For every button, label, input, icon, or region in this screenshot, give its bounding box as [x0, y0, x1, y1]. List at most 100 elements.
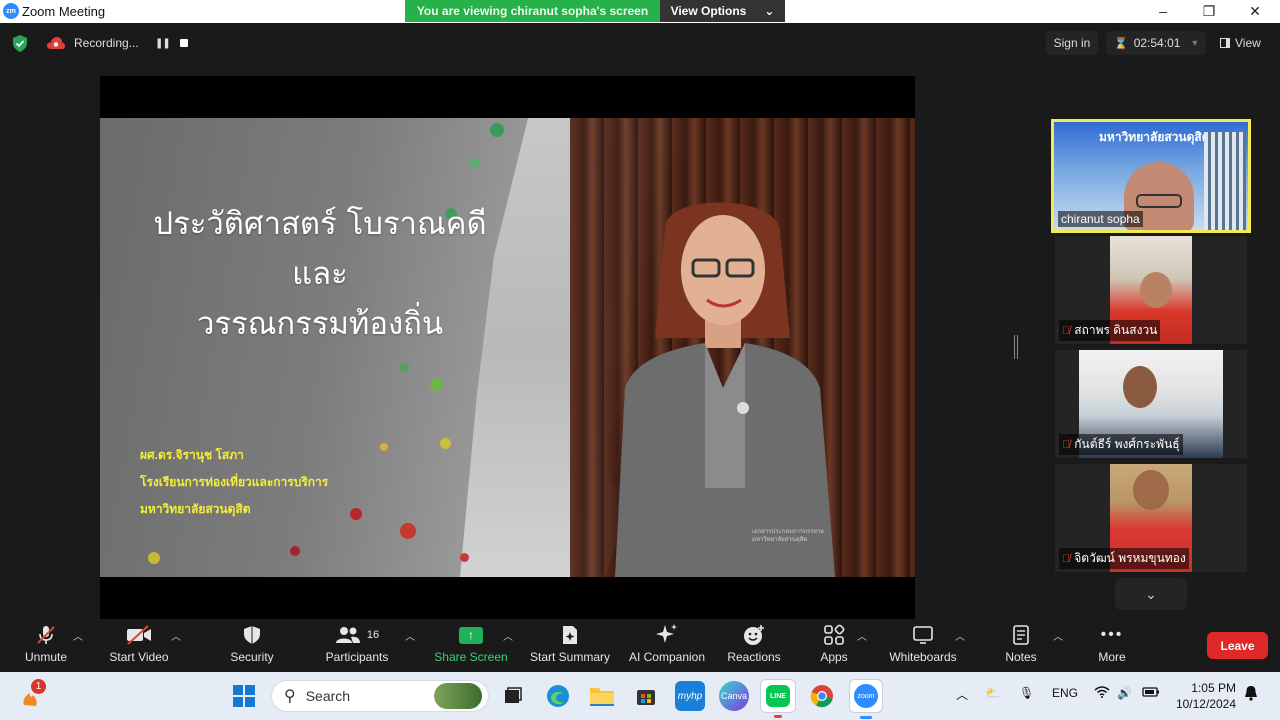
zoom-app-label: zoom — [854, 684, 878, 708]
chrome-browser-icon[interactable] — [807, 681, 837, 711]
participant-name: สถาพร ดินสงวน — [1074, 323, 1158, 337]
chevron-up-icon: ︿ — [955, 632, 965, 643]
tray-weather-icon[interactable]: ⛅ — [985, 686, 1000, 700]
battery-icon[interactable] — [1142, 686, 1160, 701]
ai-companion-button[interactable]: AI Companion — [625, 620, 709, 672]
apps-options-caret[interactable]: ︿ — [856, 620, 868, 672]
volume-icon[interactable]: 🔊 — [1117, 686, 1132, 700]
notes-options-caret[interactable]: ︿ — [1052, 620, 1064, 672]
decorative-dot — [148, 552, 160, 564]
participants-button[interactable]: 16 Participants — [322, 620, 392, 672]
meeting-top-bar: Recording... ❚❚ Sign in ⌛ 02:54:01 ▼ Vie… — [0, 23, 1280, 63]
share-screen-button[interactable]: ↑ Share Screen — [434, 620, 508, 672]
file-explorer-icon[interactable] — [587, 681, 617, 711]
more-button[interactable]: ••• More — [1090, 620, 1134, 672]
whiteboard-icon — [912, 620, 934, 650]
view-options-button[interactable]: View Options ⌄ — [660, 0, 785, 22]
pause-recording-icon[interactable]: ❚❚ — [155, 38, 171, 49]
clock-date: 10/12/2024 — [1175, 697, 1236, 711]
share-options-caret[interactable]: ︿ — [502, 620, 514, 672]
unmute-button[interactable]: Unmute — [14, 620, 78, 672]
video-options-caret[interactable]: ︿ — [170, 620, 182, 672]
decorative-dot — [380, 443, 388, 451]
share-screen-label: Share Screen — [434, 650, 508, 664]
summary-sparkle-icon — [561, 620, 579, 650]
close-button[interactable]: ✕ — [1232, 1, 1278, 21]
security-shield-icon — [243, 620, 261, 650]
tray-microphone-icon[interactable]: 🎙 — [1019, 686, 1034, 700]
wifi-icon[interactable] — [1094, 686, 1110, 701]
participants-options-caret[interactable]: ︿ — [404, 620, 416, 672]
ai-companion-label: AI Companion — [628, 650, 706, 664]
start-button[interactable] — [229, 681, 259, 711]
windows-taskbar: 1 ⚲ Search myhp Canva LINE zoom ︿ ⛅ 🎙 EN… — [0, 672, 1280, 720]
chevron-up-icon: ︿ — [73, 632, 83, 643]
chevron-down-icon: ⌄ — [764, 4, 775, 18]
zoom-meeting-window: zm Zoom Meeting You are viewing chiranut… — [0, 0, 1280, 720]
gallery-resize-handle[interactable] — [1014, 335, 1018, 359]
participant-name: chiranut sopha — [1061, 212, 1140, 226]
zoom-app-icon[interactable]: zoom — [849, 679, 883, 713]
chevron-up-icon: ︿ — [405, 632, 415, 643]
apps-button[interactable]: Apps — [810, 620, 858, 672]
stop-recording-icon[interactable] — [180, 39, 188, 47]
leave-button[interactable]: Leave — [1207, 632, 1268, 659]
decorative-dot — [440, 438, 451, 449]
notification-badge: 1 — [31, 679, 46, 694]
search-icon: ⚲ — [284, 688, 296, 705]
participants-label: Participants — [325, 650, 389, 664]
whiteboards-options-caret[interactable]: ︿ — [954, 620, 966, 672]
participant-name-label: 🎙̸ จิตวัฒน์ พรหมขุนทอง — [1059, 548, 1189, 569]
reaction-smiley-icon — [743, 620, 765, 650]
view-button[interactable]: View — [1214, 31, 1270, 55]
minimize-button[interactable]: – — [1140, 1, 1186, 21]
viewing-banner: You are viewing chiranut sopha's screen … — [405, 0, 785, 22]
tray-overflow-chevron-icon[interactable]: ︿ — [956, 686, 968, 703]
myhp-app-icon[interactable]: myhp — [675, 681, 705, 711]
view-options-label: View Options — [670, 4, 747, 18]
edge-browser-icon[interactable] — [543, 681, 573, 711]
chevron-up-icon: ︿ — [503, 632, 513, 643]
presenter-photo — [615, 202, 835, 577]
shared-screen[interactable]: ประวัติศาสตร์ โบราณคดี และ วรรณกรรมท้องถ… — [100, 76, 915, 619]
hourglass-icon: ⌛ — [1114, 37, 1128, 50]
clock-time: 1:05 PM — [1191, 681, 1236, 695]
cloud-recording-icon — [47, 37, 65, 49]
start-video-button[interactable]: Start Video — [103, 620, 175, 672]
reactions-button[interactable]: Reactions — [724, 620, 784, 672]
canva-app-icon[interactable]: Canva — [719, 681, 749, 711]
notes-button[interactable]: Notes — [998, 620, 1044, 672]
security-button[interactable]: Security — [222, 620, 282, 672]
arrow-up-icon: ↑ — [459, 626, 483, 644]
meeting-timer[interactable]: ⌛ 02:54:01 ▼ — [1106, 31, 1206, 55]
maximize-button[interactable]: ❐ — [1186, 1, 1232, 21]
microsoft-store-icon[interactable] — [631, 681, 661, 711]
decorative-dot — [350, 508, 362, 520]
participant-tile[interactable]: 🎙̸ จิตวัฒน์ พรหมขุนทอง — [1055, 464, 1247, 572]
audio-options-caret[interactable]: ︿ — [72, 620, 84, 672]
chevron-up-icon: ︿ — [857, 632, 867, 643]
notes-label: Notes — [1005, 650, 1037, 664]
taskbar-search-input[interactable]: ⚲ Search — [271, 680, 489, 712]
glasses-graphic — [1136, 194, 1182, 208]
zoom-active-indicator — [860, 716, 872, 719]
participant-name-label: 🎙̸ กันต์ธีร์ พงศ์กระพันธุ์ — [1059, 434, 1183, 455]
sign-in-button[interactable]: Sign in — [1046, 31, 1098, 55]
line-app-icon[interactable]: LINE — [760, 679, 796, 713]
participant-tile[interactable]: 🎙̸ สถาพร ดินสงวน — [1055, 236, 1247, 344]
decorative-dot — [470, 158, 480, 168]
ai-sparkle-icon — [655, 620, 679, 650]
participant-face — [1140, 272, 1172, 308]
notifications-bell-icon[interactable] — [1244, 685, 1258, 704]
system-clock[interactable]: 1:05 PM 10/12/2024 — [1170, 680, 1236, 712]
slide-title-line: ประวัติศาสตร์ โบราณคดี — [153, 206, 487, 242]
whiteboards-button[interactable]: Whiteboards — [884, 620, 962, 672]
participant-tile[interactable]: มหาวิทยาลัยสวนดุสิต chiranut sopha — [1051, 119, 1251, 233]
task-view-icon[interactable] — [498, 681, 528, 711]
window-title: Zoom Meeting — [22, 4, 106, 19]
shield-check-icon[interactable] — [12, 35, 28, 52]
participant-tile[interactable]: 🎙̸ กันต์ธีร์ พงศ์กระพันธุ์ — [1055, 350, 1247, 458]
keyboard-language-indicator[interactable]: ENG — [1052, 686, 1078, 700]
start-summary-button[interactable]: Start Summary — [526, 620, 614, 672]
gallery-scroll-down-button[interactable]: ⌄ — [1115, 578, 1187, 610]
